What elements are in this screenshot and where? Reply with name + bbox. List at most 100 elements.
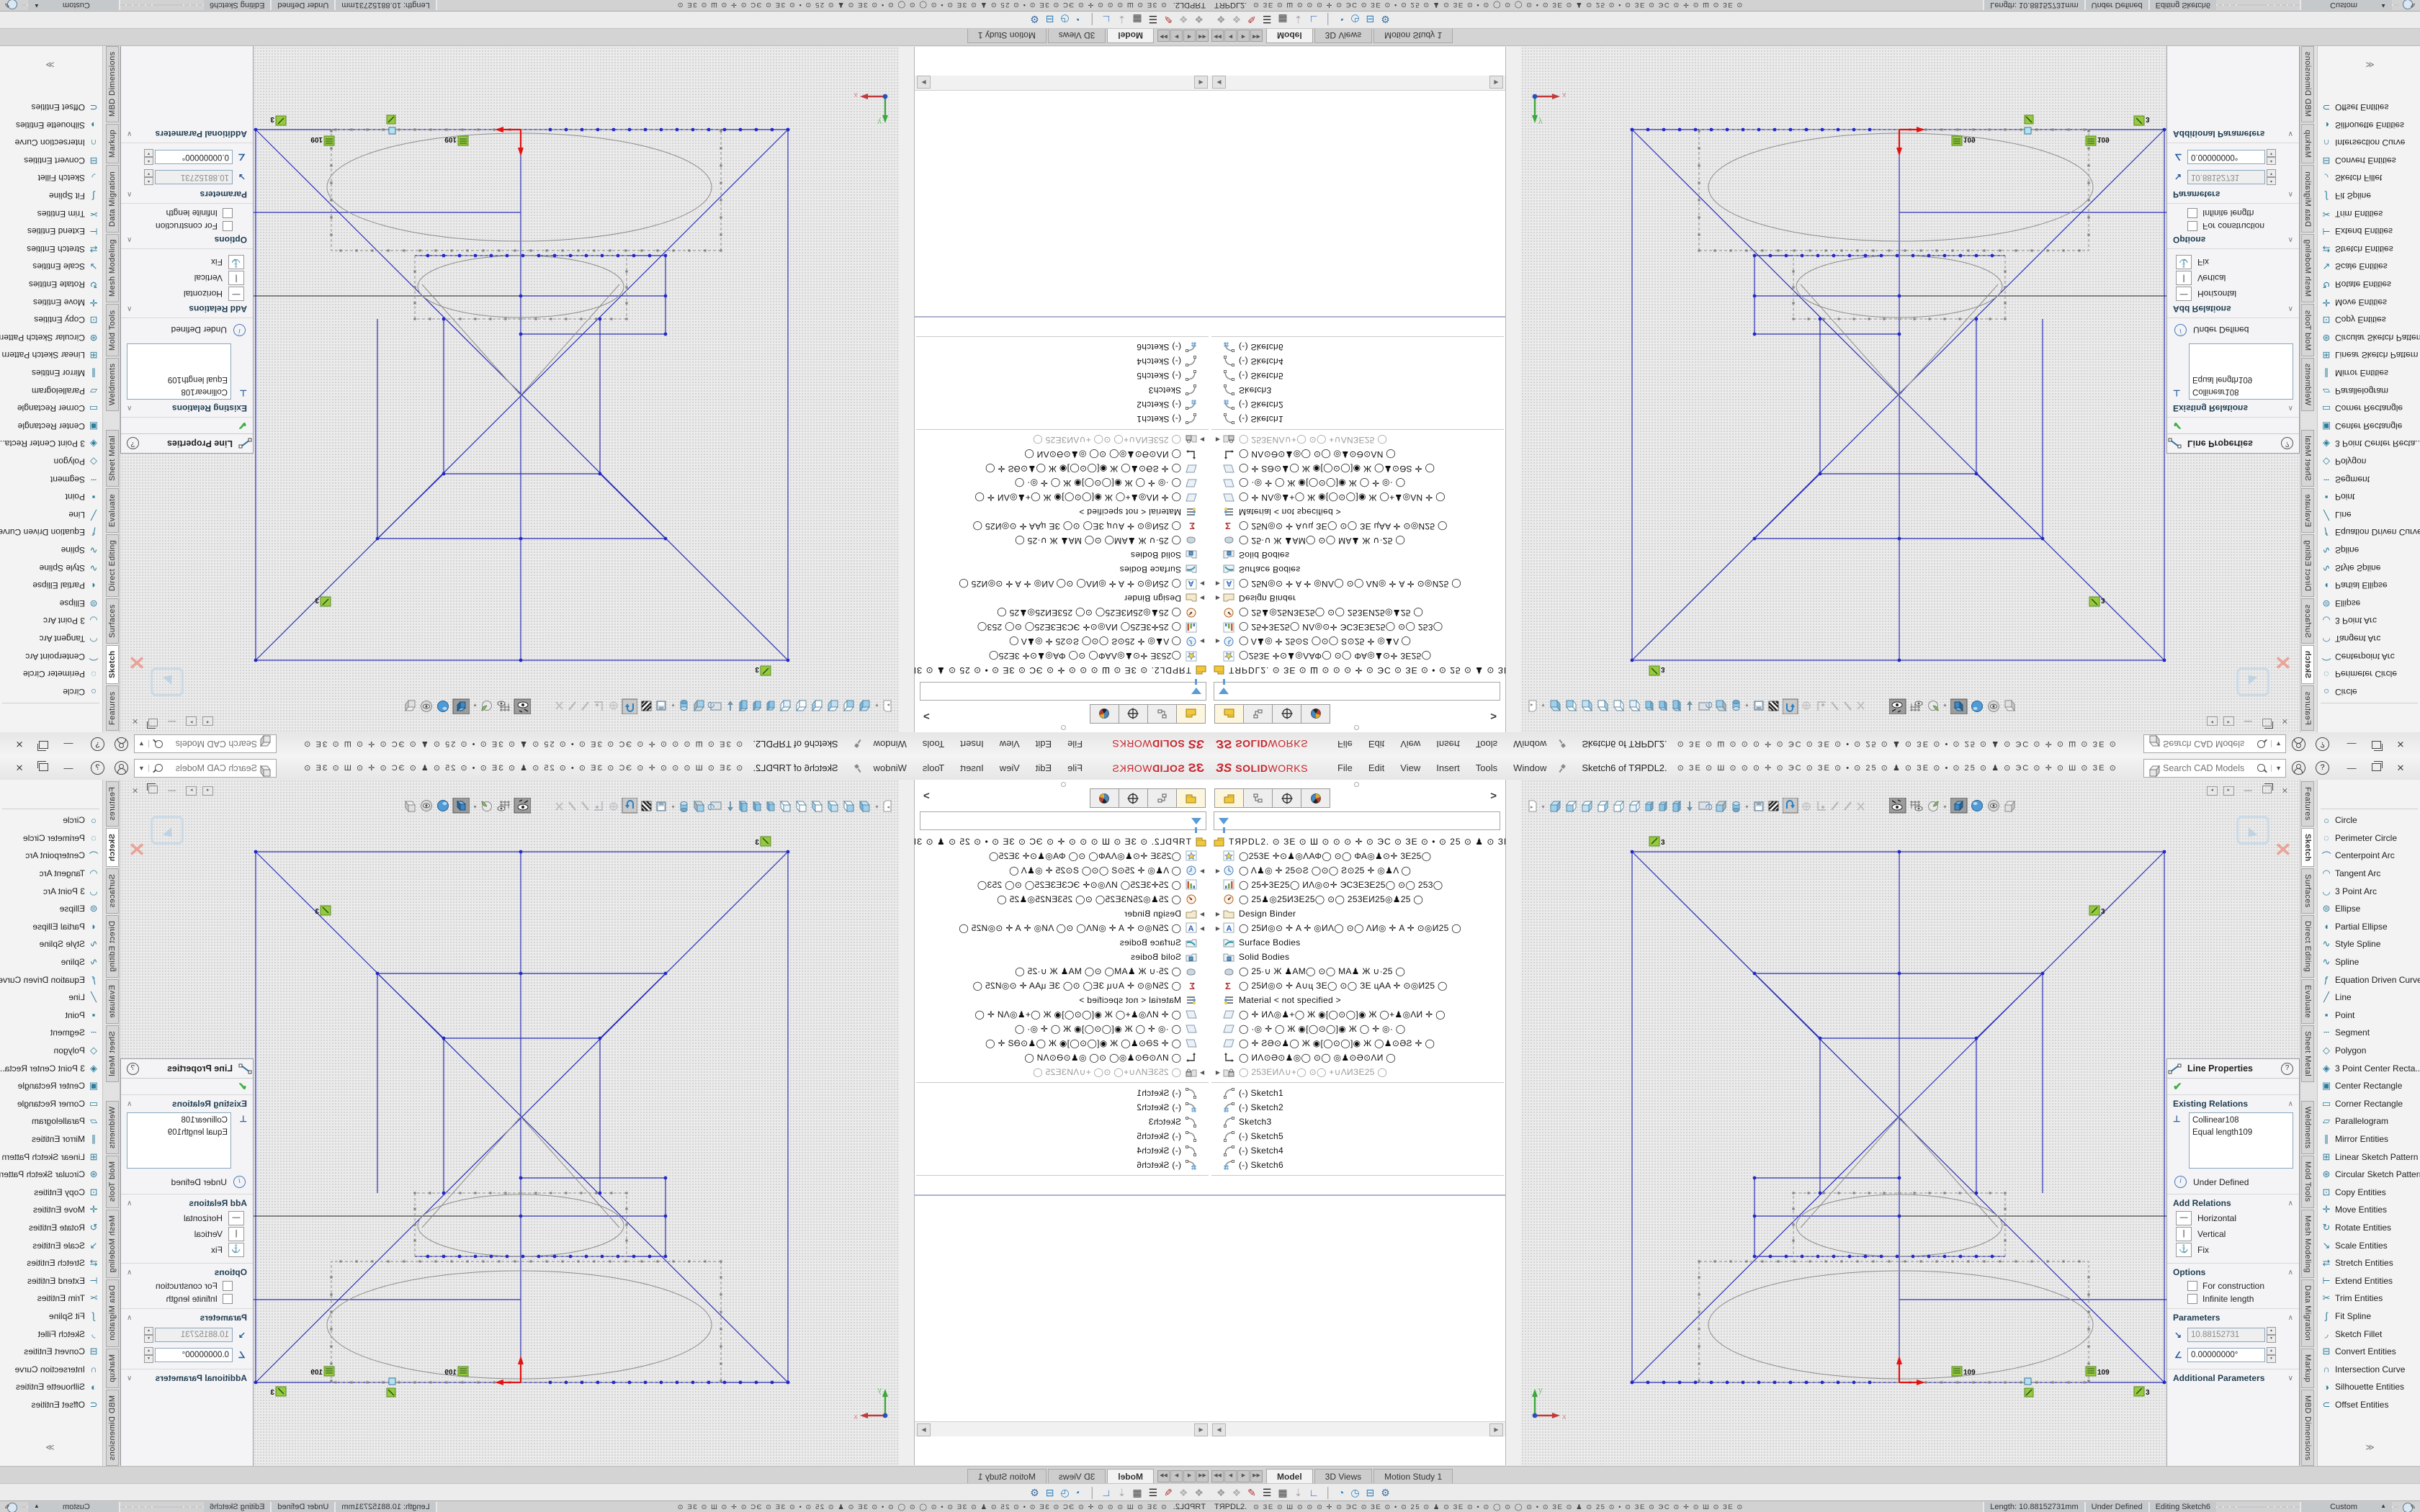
- doc-prev-icon[interactable]: ◂: [202, 786, 213, 796]
- tab-nav-buttons[interactable]: ◀◀◀▶▶▶: [1211, 30, 1263, 42]
- panel-help-icon[interactable]: ?: [127, 1063, 139, 1075]
- tree-row[interactable]: ◯ ·◎ ✛ ◯ Ж ◉[◯⊙◯]◉ Ж ◯ ✛ ◎· ◯: [1210, 476, 1505, 490]
- panel-grip-icon[interactable]: [1061, 782, 1066, 787]
- minimize-button[interactable]: —: [2339, 739, 2364, 750]
- tool-center-rectangle[interactable]: ▣Center Rectangle: [2318, 1077, 2420, 1095]
- tree-row[interactable]: Material < not specified >: [1210, 505, 1505, 519]
- relation-label[interactable]: Fix: [211, 257, 223, 267]
- ghost-axis-icon[interactable]: [593, 700, 605, 714]
- clock-icon[interactable]: ◷: [1060, 14, 1069, 26]
- tool-mirror-entities[interactable]: ∥Mirror Entities: [2318, 1130, 2420, 1148]
- cube-front-icon[interactable]: [826, 799, 840, 813]
- table-icon[interactable]: ▦: [1278, 14, 1287, 26]
- tab-data-migration[interactable]: Data Migration: [106, 165, 119, 232]
- restore-button[interactable]: [2364, 762, 2388, 773]
- for-construction-checkbox[interactable]: [2187, 1281, 2197, 1291]
- tree-row-sketch[interactable]: (-) Sketch4: [1210, 354, 1505, 369]
- construction-geometry[interactable]: [327, 1117, 712, 1379]
- undo-pressed-icon[interactable]: [1783, 798, 1798, 814]
- restore-button[interactable]: [2364, 739, 2388, 750]
- tab-mold-tools[interactable]: Mold Tools: [106, 1156, 119, 1207]
- relation-item[interactable]: Collinear108: [130, 385, 228, 397]
- relation-label[interactable]: Vertical: [2197, 1229, 2226, 1239]
- existing-relations-header[interactable]: Existing Relations: [132, 1099, 247, 1109]
- scroll-right-icon[interactable]: ▶: [1489, 1423, 1503, 1436]
- tab-nav-buttons[interactable]: ◀◀◀▶▶▶: [1157, 1470, 1209, 1482]
- relation-label[interactable]: Fix: [2197, 257, 2209, 267]
- tree-row[interactable]: ◯ 25♟◎25ИЗЕ25◯ ⊙◯ 253ЕИ25◎♟25 ◯: [1210, 892, 1505, 906]
- tool-scale-entities[interactable]: ↘Scale Entities: [0, 1236, 102, 1254]
- tool-partial-ellipse[interactable]: ◖Partial Ellipse: [2318, 577, 2420, 595]
- bottom-tab-motion-study-1[interactable]: Motion Study 1: [1373, 28, 1453, 43]
- cube-left-icon[interactable]: [842, 799, 856, 813]
- relations-listbox[interactable]: Collinear108 Equal length109: [127, 1112, 231, 1169]
- tree-row[interactable]: Σ◯ 25И◎⊙ ✛ Α∪ц ЗЕ◯ ⊙◯ ЗЕ цАΑ ✛ ⊙◎И25 ◯: [915, 519, 1210, 534]
- tool-line[interactable]: ╱Line: [2318, 989, 2420, 1007]
- box-solid-icon[interactable]: [765, 700, 776, 714]
- tree-row[interactable]: Material < not specified >: [1210, 993, 1505, 1007]
- tab-evaluate[interactable]: Evaluate: [2301, 979, 2314, 1024]
- dropdown-icon[interactable]: ▼: [1541, 700, 1546, 714]
- tab-sheet-metal[interactable]: Sheet Metal: [106, 430, 119, 487]
- mask-icon[interactable]: ◔: [1338, 1487, 1344, 1498]
- panel-help-icon[interactable]: ?: [127, 438, 139, 450]
- cylinder-icon[interactable]: [1730, 700, 1742, 714]
- stamp-icon[interactable]: ❖: [1216, 1487, 1226, 1499]
- relations-listbox[interactable]: Collinear108 Equal length109: [2189, 1112, 2293, 1169]
- doc-close-icon[interactable]: ✕: [2282, 717, 2288, 726]
- tool-centerpoint-arc[interactable]: ⌒Centerpoint Arc: [0, 647, 102, 665]
- tab-mold-tools[interactable]: Mold Tools: [106, 304, 119, 356]
- add-relations-header[interactable]: Add Relations: [132, 304, 247, 314]
- tool-offset-entities[interactable]: ⊂Offset Entities: [2318, 99, 2420, 117]
- display-tab[interactable]: [1147, 704, 1176, 724]
- tree-row[interactable]: Surface Bodies: [915, 562, 1210, 577]
- hide-items-pressed-icon[interactable]: [1889, 698, 1906, 714]
- menu-edit[interactable]: Edit: [1361, 760, 1392, 776]
- ghost-pencil-icon[interactable]: [567, 799, 578, 813]
- cube-right-icon[interactable]: [810, 799, 824, 813]
- cube-left-icon[interactable]: [842, 700, 856, 714]
- table-icon[interactable]: ▦: [1132, 1487, 1142, 1499]
- search-input[interactable]: [163, 739, 259, 750]
- bottom-tab-model[interactable]: Model: [1266, 28, 1313, 43]
- search-icon[interactable]: [2257, 740, 2265, 748]
- tab-markup[interactable]: Markup: [2301, 1349, 2314, 1388]
- bottom-tab-motion-study-1[interactable]: Motion Study 1: [967, 1469, 1047, 1484]
- tree-horizontal-scrollbar[interactable]: ◀ ▶: [1210, 1421, 1505, 1436]
- tree-row[interactable]: ▶◯ Λ♟◎ ✛ 25⊙Ƨ ◯⊙◯ Ƨ⊙25 ✛ ◎♟Λ ◯: [1210, 634, 1505, 649]
- sketch-square[interactable]: [256, 852, 788, 1382]
- tool-extend-entities[interactable]: ⊢Extend Entities: [0, 222, 102, 240]
- sphere-eye-icon[interactable]: [1986, 798, 2001, 813]
- search-input[interactable]: [163, 762, 259, 774]
- construction-geometry[interactable]: [327, 133, 712, 395]
- zebra-icon[interactable]: [640, 799, 653, 813]
- tree-row[interactable]: Material < not specified >: [915, 993, 1210, 1007]
- bottom-tab-motion-study-1[interactable]: Motion Study 1: [967, 28, 1047, 43]
- cube-bottom-icon[interactable]: [1628, 799, 1641, 813]
- sketch-square[interactable]: [256, 130, 788, 660]
- clock-icon[interactable]: ◷: [1060, 1487, 1069, 1499]
- sep-icon[interactable]: │: [1325, 1487, 1332, 1498]
- tool-parallelogram[interactable]: ▱Parallelogram: [0, 382, 102, 400]
- ghost-icon[interactable]: ⇣: [1118, 1487, 1126, 1499]
- tool-centerpoint-arc[interactable]: ⌒Centerpoint Arc: [0, 847, 102, 865]
- ghost-axis-icon[interactable]: [1815, 799, 1827, 813]
- search-dropdown-icon[interactable]: ▼: [2271, 741, 2285, 748]
- length-spinner[interactable]: ▲▼: [144, 1327, 153, 1343]
- tree-row[interactable]: ◯ 25✛3Е25◯ ИΛ◎⊙✛ ЭСЗЕЗЕ25◯ ⊙◯ 253◯: [915, 620, 1210, 634]
- tool-segment[interactable]: ┄Segment: [0, 1024, 102, 1042]
- menu-insert[interactable]: Insert: [952, 736, 992, 752]
- tree-row[interactable]: ◯ 25·∪ Ж ♟ΑМ◯ ⊙◯ МΑ♟ Ж ∪·25 ◯: [1210, 964, 1505, 978]
- tree-row[interactable]: ▶A◯ 25И◎⊙ ✛ Α ✛ ◎ИΛ◯ ⊙◯ ΛИ◎ ✛ Α ✛ ⊙◎И25 …: [1210, 921, 1505, 935]
- bottom-tab-3d-views[interactable]: 3D Views: [1048, 1469, 1106, 1484]
- infinite-length-checkbox[interactable]: [2187, 208, 2197, 218]
- stamp-icon[interactable]: ❖: [1194, 14, 1204, 26]
- tree-row-sketch[interactable]: (-) Sketch6: [915, 1158, 1210, 1172]
- dropdown-icon[interactable]: ▼: [670, 799, 676, 813]
- tool-ellipse[interactable]: ⊜Ellipse: [0, 900, 102, 918]
- tab-weldments[interactable]: Weldments: [106, 1101, 119, 1154]
- box-tall-icon[interactable]: [738, 799, 749, 813]
- tree-row[interactable]: ◯ ✛ ƧӘ⊙♟◯ Ж ◉[◯⊙◯]◉ Ж ◯♟⊙ӘƧ ✛ ◯: [1210, 1036, 1505, 1050]
- menu-tools[interactable]: Tools: [1468, 736, 1505, 752]
- doc-next-icon[interactable]: ▸: [2223, 786, 2234, 796]
